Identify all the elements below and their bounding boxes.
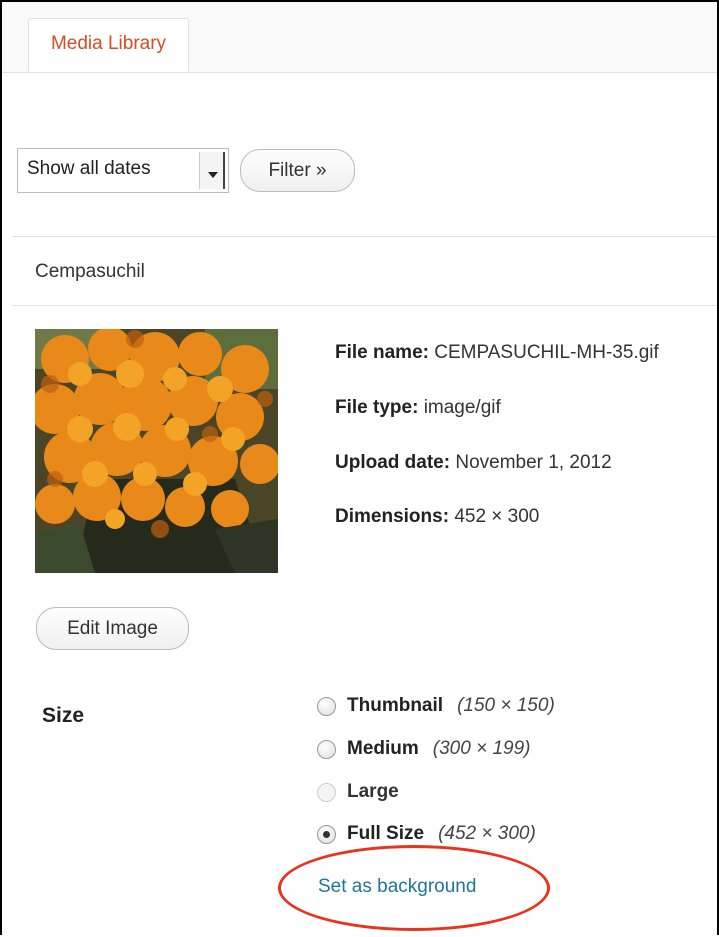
size-option-medium[interactable]: Medium (300 × 199) — [317, 736, 531, 762]
file-type-row: File type: image/gif — [335, 397, 501, 419]
upload-date-label: Upload date: — [335, 452, 451, 473]
file-name-label: File name: — [335, 342, 429, 363]
option-dimensions: (452 × 300) — [438, 823, 536, 844]
media-item-header[interactable]: Cempasuchil — [12, 236, 717, 306]
option-label: Medium — [347, 738, 419, 759]
date-filter-value: Show all dates — [27, 158, 151, 179]
dimensions-row: Dimensions: 452 × 300 — [335, 506, 539, 528]
size-label: Size — [42, 704, 85, 727]
option-label: Large — [347, 781, 399, 802]
option-dimensions: (150 × 150) — [457, 695, 555, 716]
dimensions-label: Dimensions: — [335, 506, 450, 527]
size-option-full[interactable]: Full Size (452 × 300) — [317, 821, 536, 847]
date-filter-select[interactable]: Show all dates — [17, 148, 229, 193]
filter-button[interactable]: Filter » — [240, 149, 355, 192]
upload-date-value: November 1, 2012 — [455, 452, 612, 473]
radio-medium[interactable] — [317, 739, 336, 759]
tab-bar: Media Library — [2, 2, 717, 73]
option-dimensions: (300 × 199) — [432, 738, 531, 759]
option-label: Thumbnail — [347, 695, 444, 716]
radio-full-size[interactable] — [317, 824, 336, 844]
radio-large — [317, 782, 336, 802]
tab-media-library[interactable]: Media Library — [28, 18, 189, 72]
size-option-large: Large — [317, 779, 399, 805]
edit-image-button[interactable]: Edit Image — [36, 607, 189, 650]
marigold-photo-icon — [35, 329, 278, 573]
media-item-title: Cempasuchil — [35, 261, 145, 282]
chevron-down-icon[interactable] — [199, 152, 225, 189]
radio-thumbnail[interactable] — [317, 696, 336, 716]
file-name-value: CEMPASUCHIL-MH-35.gif — [434, 342, 659, 363]
file-name-row: File name: CEMPASUCHIL-MH-35.gif — [335, 342, 659, 364]
option-label: Full Size — [347, 823, 425, 844]
upload-date-row: Upload date: November 1, 2012 — [335, 452, 612, 474]
file-type-value: image/gif — [423, 397, 501, 418]
media-panel: Media Library Show all dates Filter » Ce… — [0, 0, 719, 935]
annotation-circle — [278, 845, 550, 931]
dimensions-value: 452 × 300 — [454, 506, 540, 527]
size-option-thumbnail[interactable]: Thumbnail (150 × 150) — [317, 693, 555, 719]
file-type-label: File type: — [335, 397, 419, 418]
